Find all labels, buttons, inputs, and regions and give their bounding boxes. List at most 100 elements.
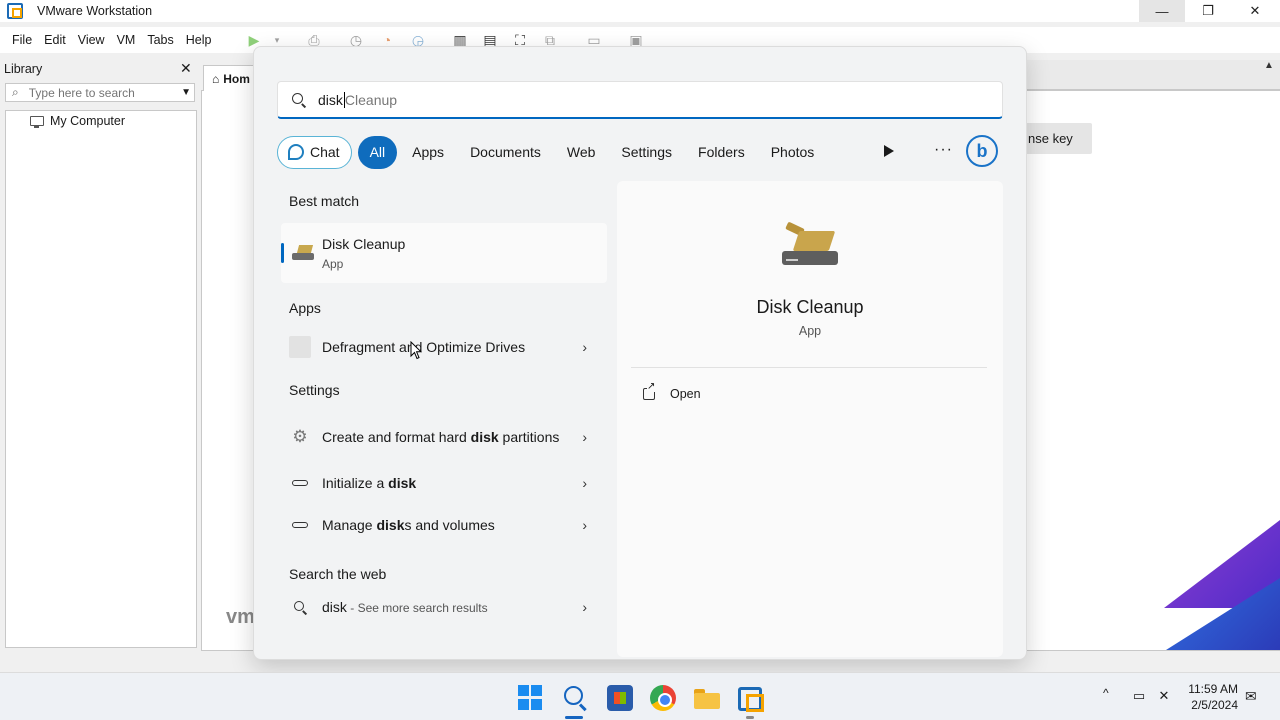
preview-pane: Disk Cleanup App Open [617, 181, 1003, 657]
search-box[interactable]: disk Cleanup [277, 81, 1003, 119]
list-item-initialize-disk[interactable]: Initialize a disk › [289, 463, 599, 503]
vmware-logo: vm [226, 606, 255, 628]
minimize-button[interactable]: — [1139, 0, 1185, 22]
disk-cleanup-icon [292, 243, 314, 261]
close-button[interactable]: ✕ [1232, 0, 1278, 22]
best-match-item[interactable]: Disk Cleanup App [281, 223, 607, 283]
chevron-right-icon[interactable]: › [582, 599, 587, 615]
tab-scroll-up-icon[interactable]: ▲ [1264, 60, 1274, 71]
label-bold: disk [376, 517, 405, 533]
label-bold: disk [470, 429, 499, 445]
taskbar [0, 672, 1280, 720]
list-item-manage-disks[interactable]: Manage disks and volumes › [289, 505, 599, 545]
menu-tabs[interactable]: Tabs [141, 33, 179, 47]
preview-app-type: App [798, 324, 822, 338]
filter-apps[interactable]: Apps [401, 136, 455, 169]
windows-start-icon[interactable] [518, 685, 544, 711]
computer-icon [30, 116, 44, 128]
volume-muted-icon[interactable]: ✕ [1156, 688, 1172, 704]
label-bold: disk [388, 475, 417, 491]
list-item-web-search[interactable]: disk - See more search results › [289, 587, 599, 627]
file-explorer-icon[interactable] [694, 685, 720, 711]
open-action-label: Open [670, 387, 701, 401]
search-filter-bar: Chat All Apps Documents Web Settings Fol… [277, 135, 829, 169]
search-icon: ⌕ [12, 85, 19, 99]
bing-chat-icon [288, 144, 304, 160]
mouse-cursor-icon [410, 341, 422, 360]
chrome-icon[interactable] [650, 685, 676, 711]
filter-chat[interactable]: Chat [277, 135, 352, 169]
start-search-panel: disk Cleanup Chat All Apps Documents Web… [253, 46, 1027, 660]
search-icon [289, 601, 311, 613]
clock-date: 2/5/2024 [1191, 698, 1238, 712]
menu-file[interactable]: File [6, 33, 38, 47]
list-item-defragment[interactable]: Defragment and Optimize Drives › [289, 327, 599, 367]
vmware-taskbar-icon[interactable] [738, 685, 764, 712]
tree-item-label: My Computer [50, 114, 126, 128]
active-indicator [565, 716, 583, 719]
divider [631, 367, 987, 368]
vmware-app-icon [7, 3, 23, 19]
list-item-label: Initialize a disk [322, 473, 562, 493]
label-pre: Manage [322, 517, 377, 533]
bing-icon[interactable]: b [966, 135, 998, 167]
restore-button[interactable]: ❐ [1185, 0, 1231, 22]
defragment-app-icon [289, 336, 311, 358]
title-bar: VMware Workstation [0, 0, 1280, 22]
chevron-right-icon[interactable]: › [582, 517, 587, 533]
search-query-text[interactable]: disk [318, 91, 345, 108]
section-settings: Settings [289, 382, 340, 398]
clock-time: 11:59 AM [1188, 682, 1238, 696]
filter-documents[interactable]: Documents [459, 136, 552, 169]
list-item-create-format-partitions[interactable]: ⚙ Create and format hard disk partitions… [289, 412, 599, 462]
more-options-icon[interactable]: ··· [934, 141, 953, 159]
network-icon[interactable]: ▭ [1131, 688, 1147, 704]
disk-drive-icon [289, 480, 311, 486]
menu-view[interactable]: View [72, 33, 111, 47]
home-icon: ⌂ [212, 71, 220, 86]
selection-indicator [281, 243, 284, 263]
filter-web[interactable]: Web [556, 136, 607, 169]
filter-settings[interactable]: Settings [610, 136, 683, 169]
open-external-icon [643, 382, 656, 400]
search-icon [292, 92, 306, 107]
more-filters-arrow-icon[interactable] [884, 145, 894, 157]
menu-vm[interactable]: VM [111, 33, 142, 47]
microsoft-store-icon[interactable] [607, 685, 633, 711]
system-clock[interactable]: 11:59 AM 2/5/2024 [1188, 681, 1238, 713]
chevron-right-icon[interactable]: › [582, 475, 587, 491]
window-title: VMware Workstation [37, 4, 153, 18]
filter-folders[interactable]: Folders [687, 136, 756, 169]
best-match-type: App [322, 257, 344, 271]
best-match-name: Disk Cleanup [322, 236, 405, 252]
filter-photos[interactable]: Photos [760, 136, 826, 169]
menu-help[interactable]: Help [180, 33, 218, 47]
notification-icon[interactable]: ✉ [1245, 688, 1257, 705]
library-close-icon[interactable]: ✕ [180, 60, 192, 77]
settings-gear-icon: ⚙ [292, 427, 308, 446]
label-post: partitions [498, 429, 560, 445]
best-match-name-rest: Cleanup [349, 236, 406, 252]
filter-all[interactable]: All [357, 135, 398, 169]
preview-app-name: Disk Cleanup [756, 297, 864, 317]
library-tree: My Computer [5, 110, 197, 648]
chevron-down-icon[interactable]: ▼ [181, 87, 191, 98]
tab-home-label: Hom [223, 71, 250, 86]
taskbar-search-icon[interactable] [562, 685, 588, 711]
show-hidden-icons-chevron-icon[interactable]: ^ [1103, 686, 1109, 700]
label-post: s and volumes [404, 517, 495, 533]
chevron-right-icon[interactable]: › [582, 339, 587, 355]
chevron-right-icon[interactable]: › [582, 429, 587, 445]
list-item-label: disk - See more search results [322, 597, 562, 618]
library-search-input[interactable] [28, 85, 169, 100]
list-item-label: Create and format hard disk partitions [322, 427, 562, 447]
library-label: Library [4, 62, 43, 76]
filter-label: Chat [310, 144, 340, 160]
open-action[interactable]: Open [643, 382, 701, 401]
tab-strip [1025, 60, 1280, 90]
tree-item-my-computer[interactable]: My Computer [30, 114, 125, 128]
disk-cleanup-icon [780, 221, 840, 269]
menu-edit[interactable]: Edit [38, 33, 72, 47]
list-item-label: Manage disks and volumes [322, 515, 562, 535]
disk-drive-icon [289, 522, 311, 528]
